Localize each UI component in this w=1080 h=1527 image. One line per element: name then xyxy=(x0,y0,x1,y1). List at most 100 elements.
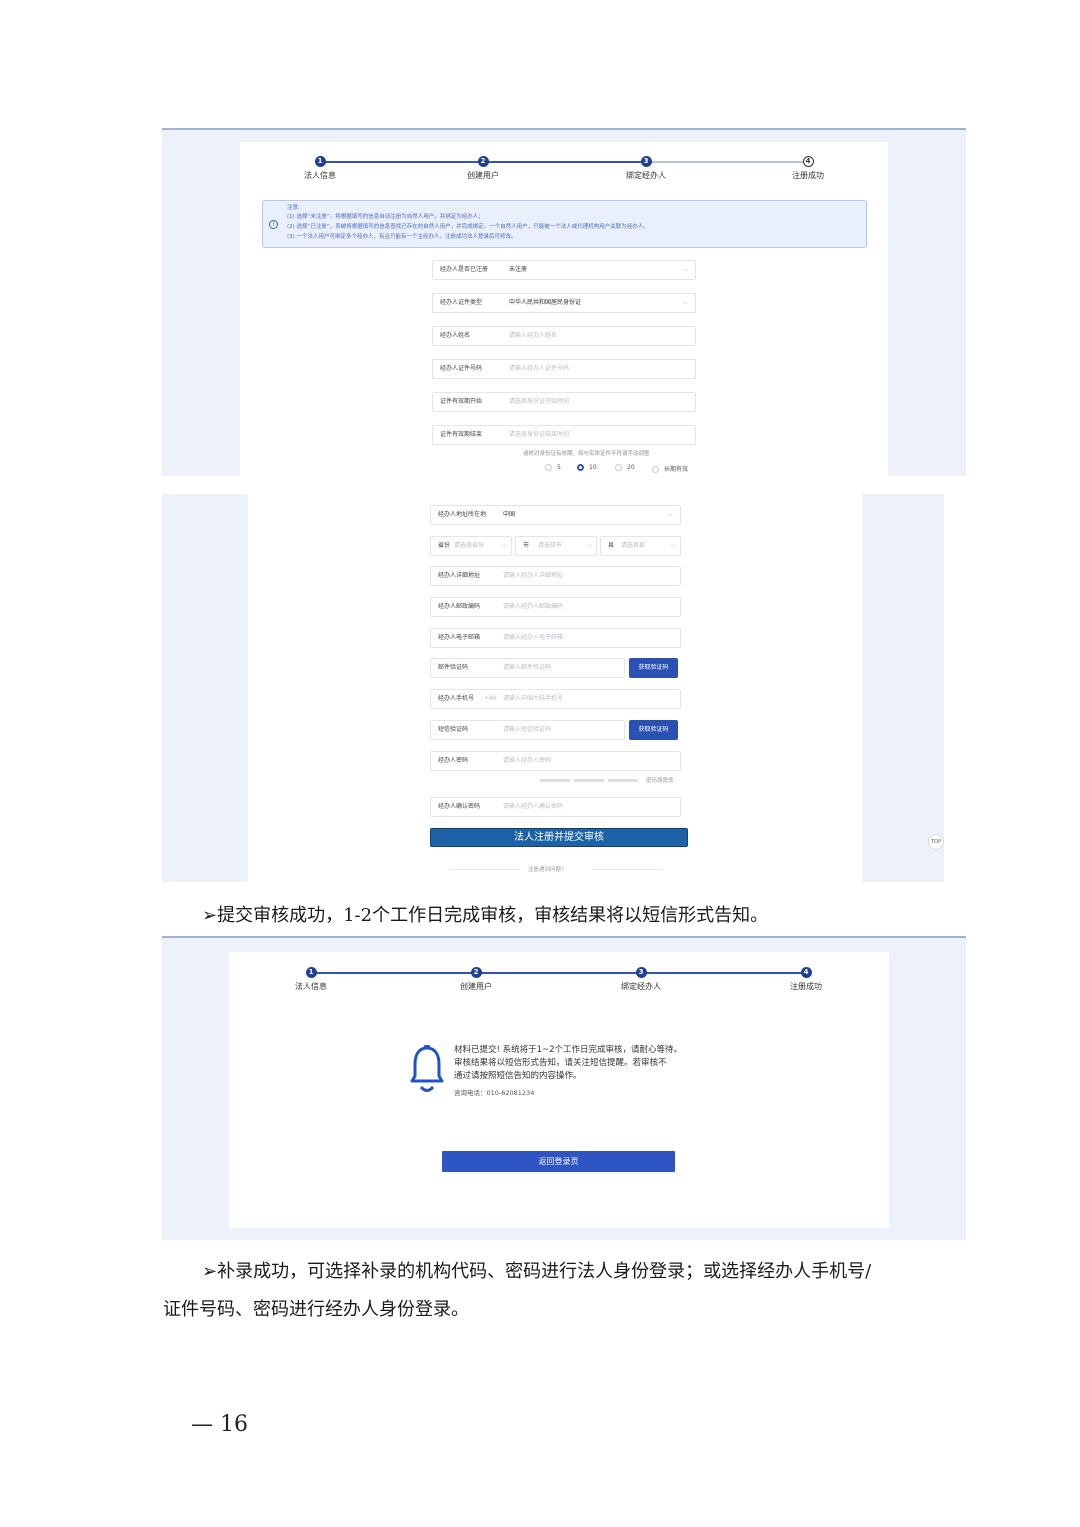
get-email-code-button[interactable]: 获取验证码 xyxy=(629,658,678,678)
postcode-input[interactable]: 经办人邮政编码 请输入经办人邮政编码 xyxy=(430,597,681,617)
registered-select[interactable]: 经办人是否已注册 未注册 ⌵ xyxy=(432,260,696,280)
step-2-dot: 2 xyxy=(470,967,482,978)
field-placeholder: 请输入短信验证码 xyxy=(503,726,552,733)
sms-code-input[interactable]: 短信验证码 请输入短信验证码 xyxy=(430,720,625,740)
step-3-label: 绑定经办人 xyxy=(626,171,666,180)
chevron-down-icon: ⌵ xyxy=(682,298,688,306)
step-indicator-complete: 1 法人信息 2 创建用户 3 绑定经办人 4 注册成功 xyxy=(229,967,889,997)
registration-panel: 1 法人信息 2 创建用户 3 绑定经办人 4 注册成功 ! 注意: (1) 选… xyxy=(240,142,888,476)
field-label: 县 xyxy=(608,542,615,549)
step-1-dot: 1 xyxy=(305,967,317,978)
notice-box: ! 注意: (1) 选择“未注册”，将根据填写的信息自动注册为自然人用户，并绑定… xyxy=(262,200,867,248)
success-message-line-2: 审核结果将以短信形式告知，请关注短信提醒。若审核不 xyxy=(454,1058,667,1068)
mobile-prefix: +86 xyxy=(484,695,497,702)
email-code-input[interactable]: 邮件验证码 请输入邮件验证码 xyxy=(430,658,625,678)
help-link[interactable]: 注册遇到问题? xyxy=(528,865,564,873)
field-label: 市 xyxy=(523,542,530,549)
register-submit-button[interactable]: 法人注册并提交审核 xyxy=(430,828,688,847)
field-placeholder: 请选择省份 xyxy=(454,542,485,549)
mobile-input[interactable]: 经办人手机号 +86 请输入中国大陆手机号 xyxy=(430,689,681,709)
id-number-input[interactable]: 经办人证件号码 请输入经办人证件号码 xyxy=(432,359,696,379)
validity-options: 5 10 20 长期有效 xyxy=(545,464,705,474)
field-label: 经办人证件类型 xyxy=(440,299,483,306)
step-1-label: 法人信息 xyxy=(295,982,327,991)
step-3-dot: 3 xyxy=(640,156,652,167)
field-placeholder: 请输入经办人密码 xyxy=(503,757,552,764)
address-country-select[interactable]: 经办人地址所在地 中国 ⌵ xyxy=(430,505,681,525)
step-4-dot: 4 xyxy=(800,967,812,978)
back-to-login-button[interactable]: 返回登录页 xyxy=(442,1151,675,1172)
step-3-dot: 3 xyxy=(635,967,647,978)
field-label: 经办人电子邮箱 xyxy=(438,634,481,641)
success-panel: 1 法人信息 2 创建用户 3 绑定经办人 4 注册成功 xyxy=(229,952,889,1228)
instruction-paragraph-2-line-2: 证件号码、密码进行经办人身份登录。 xyxy=(163,1299,469,1320)
field-placeholder: 请输入经办人邮政编码 xyxy=(503,603,564,610)
chevron-down-icon: ⌵ xyxy=(682,265,688,273)
step-2-label: 创建用户 xyxy=(460,982,492,991)
success-screenshot: 1 法人信息 2 创建用户 3 绑定经办人 4 注册成功 xyxy=(162,936,966,1240)
step-2: 2 创建用户 xyxy=(438,156,528,181)
step-2-label: 创建用户 xyxy=(467,171,499,180)
validity-option-10[interactable]: 10 xyxy=(577,464,597,471)
password-input[interactable]: 经办人密码 请输入经办人密码 xyxy=(430,751,681,771)
notice-line-1: (1) 选择“未注册”，将根据填写的信息自动注册为自然人用户，并绑定为经办人； xyxy=(287,214,484,220)
id-type-select[interactable]: 经办人证件类型 中华人民共和国居民身份证 ⌵ xyxy=(432,293,696,313)
field-placeholder: 请输入邮件验证码 xyxy=(503,664,552,671)
validity-option-label: 5 xyxy=(557,464,561,471)
field-placeholder: 请输入经办人证件号码 xyxy=(509,365,570,372)
chevron-down-icon: ⌵ xyxy=(586,541,592,549)
field-placeholder: 请输入经办人姓名 xyxy=(509,332,558,339)
step-1-dot: 1 xyxy=(314,156,326,167)
notice-title: 注意: xyxy=(287,205,300,211)
field-value: 中国 xyxy=(503,511,516,518)
validity-option-label: 长期有效 xyxy=(664,466,689,473)
info-icon: ! xyxy=(269,220,278,229)
step-progress-line xyxy=(311,972,806,974)
field-label: 邮件验证码 xyxy=(438,664,469,671)
detail-address-input[interactable]: 经办人详细地址 请输入经办人详细地址 xyxy=(430,566,681,586)
divider xyxy=(592,869,662,870)
validity-option-long[interactable]: 长期有效 xyxy=(652,464,688,473)
field-label: 经办人是否已注册 xyxy=(440,266,489,273)
city-select[interactable]: 市 请选择市 ⌵ xyxy=(515,536,597,556)
step-3-label: 绑定经办人 xyxy=(621,982,661,991)
province-select[interactable]: 省份 请选择省份 ⌵ xyxy=(430,536,512,556)
validity-option-label: 10 xyxy=(589,464,597,471)
chevron-down-icon: ⌵ xyxy=(667,510,673,518)
password-strength-label: 密码强度低 xyxy=(646,778,674,784)
email-input[interactable]: 经办人电子邮箱 请输入经办人电子邮箱 xyxy=(430,628,681,648)
name-input[interactable]: 经办人姓名 请输入经办人姓名 xyxy=(432,326,696,346)
county-select[interactable]: 县 请选择县 ⌵ xyxy=(600,536,681,556)
step-4: 4 注册成功 xyxy=(763,156,853,181)
validity-option-label: 20 xyxy=(627,464,635,471)
field-label: 证件有效期结束 xyxy=(440,431,483,438)
validity-option-5[interactable]: 5 xyxy=(545,464,561,471)
step-4-label: 注册成功 xyxy=(790,982,822,991)
step-1: 1 法人信息 xyxy=(275,156,365,181)
field-placeholder: 请输入中国大陆手机号 xyxy=(503,695,564,702)
success-message-line-3: 通过请按照短信告知的内容操作。 xyxy=(454,1071,582,1081)
validity-end-input[interactable]: 证件有效期结束 请选择身份证结束时间 xyxy=(432,425,696,445)
notice-line-2: (2) 选择“已注册”，系统将根据填写的信息查找已存在的自然人用户，并完成绑定。… xyxy=(287,224,649,230)
password-strength-bar-3 xyxy=(608,779,638,782)
field-placeholder: 请输入经办人确认密码 xyxy=(503,803,564,810)
field-value: 未注册 xyxy=(509,266,528,273)
step-3: 3 绑定经办人 xyxy=(596,967,686,992)
radio-selected-icon xyxy=(577,464,584,471)
step-indicator: 1 法人信息 2 创建用户 3 绑定经办人 4 注册成功 xyxy=(240,156,888,186)
validity-option-20[interactable]: 20 xyxy=(615,464,635,471)
instruction-paragraph-1: ➢提交审核成功，1-2个工作日完成审核，审核结果将以短信形式告知。 xyxy=(202,905,769,926)
divider xyxy=(450,869,520,870)
field-placeholder: 请选择身份证结束时间 xyxy=(509,431,570,438)
validity-hint: 请核对身份证有效期，如与实体证件不符请手动调整 xyxy=(523,451,650,457)
radio-icon xyxy=(615,464,622,471)
field-label: 经办人姓名 xyxy=(440,332,471,339)
get-sms-code-button[interactable]: 获取验证码 xyxy=(629,720,678,740)
confirm-password-input[interactable]: 经办人确认密码 请输入经办人确认密码 xyxy=(430,797,681,817)
instruction-paragraph-2-line-1: ➢补录成功，可选择补录的机构代码、密码进行法人身份登录；或选择经办人手机号/ xyxy=(202,1261,872,1282)
field-value: 中华人民共和国居民身份证 xyxy=(509,299,582,306)
validity-start-input[interactable]: 证件有效期开始 请选择身份证开始时间 xyxy=(432,392,696,412)
radio-icon xyxy=(545,464,552,471)
back-to-top-button[interactable]: TOP xyxy=(928,834,944,850)
field-label: 经办人邮政编码 xyxy=(438,603,481,610)
